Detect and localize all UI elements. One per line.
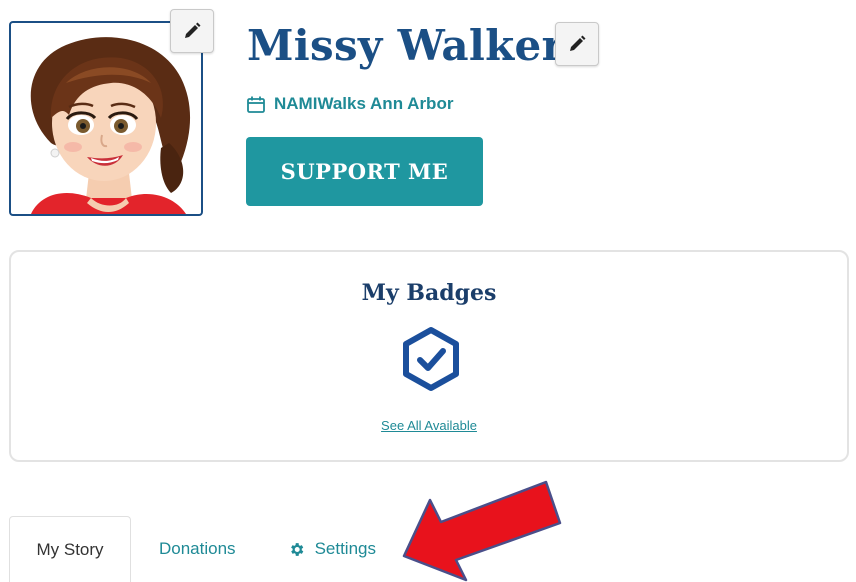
participant-name: Missy Walker <box>247 21 565 70</box>
pencil-icon <box>185 22 201 38</box>
tab-donations[interactable]: Donations <box>159 516 236 582</box>
tab-label: My Story <box>36 539 104 559</box>
badges-title: My Badges <box>361 280 497 306</box>
tab-label: Donations <box>159 539 236 558</box>
pencil-icon <box>570 35 586 51</box>
gear-icon <box>290 542 303 556</box>
edit-photo-button[interactable] <box>170 9 214 53</box>
see-all-badges-link[interactable]: See All Available <box>11 418 847 433</box>
event-name: NAMIWalks Ann Arbor <box>274 94 454 113</box>
event-link[interactable]: NAMIWalks Ann Arbor <box>247 94 453 114</box>
calendar-icon <box>247 96 265 113</box>
tab-label: Settings <box>314 539 376 558</box>
fundraiser-profile-page: Missy Walker NAMIWalks Ann Arbor SUPPORT… <box>0 0 856 582</box>
support-me-button[interactable]: SUPPORT ME <box>246 137 483 206</box>
hexagon-check-icon <box>403 327 459 391</box>
tab-settings[interactable]: Settings <box>288 516 376 582</box>
profile-tabs: My Story Donations Settings <box>9 516 376 582</box>
edit-name-button[interactable] <box>555 22 599 66</box>
badges-card: My Badges See All Available <box>9 250 849 462</box>
tab-my-story[interactable]: My Story <box>9 516 131 582</box>
